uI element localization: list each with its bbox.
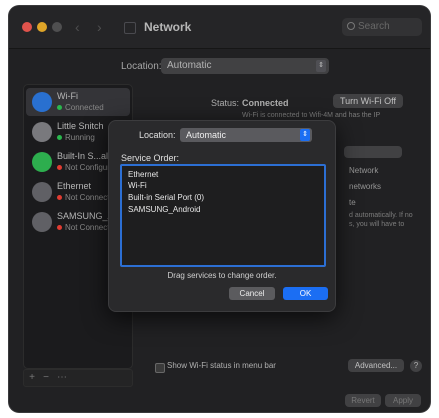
sheet-location-select[interactable]: Automatic ⇕ <box>180 128 312 142</box>
drag-hint: Drag services to change order. <box>167 271 277 280</box>
list-item[interactable]: SAMSUNG_Android <box>128 205 200 214</box>
sheet-location-label: Location: <box>139 130 176 140</box>
service-order-sheet: Location: Automatic ⇕ Service Order: Eth… <box>108 120 336 312</box>
list-item[interactable]: Built-in Serial Port (0) <box>128 193 204 202</box>
service-order-label: Service Order: <box>121 153 180 163</box>
sheet-location-value: Automatic <box>186 130 227 140</box>
cancel-button[interactable]: Cancel <box>229 287 275 300</box>
ok-button[interactable]: OK <box>283 287 328 300</box>
chevron-updown-icon: ⇕ <box>300 129 310 141</box>
list-item[interactable]: Wi-Fi <box>128 181 147 190</box>
list-item[interactable]: Ethernet <box>128 170 158 179</box>
service-order-list[interactable]: Ethernet Wi-Fi Built-in Serial Port (0) … <box>120 164 326 267</box>
